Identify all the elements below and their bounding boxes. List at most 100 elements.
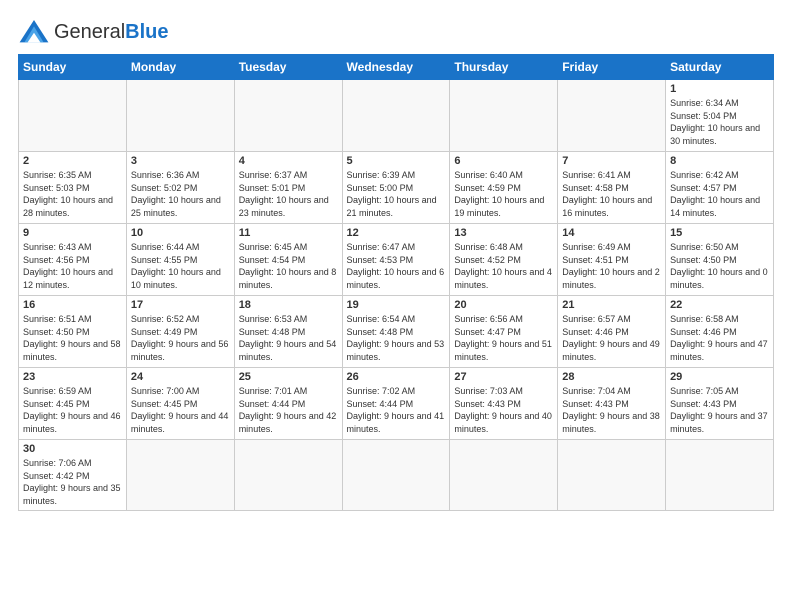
- day-info: Sunrise: 7:02 AM Sunset: 4:44 PM Dayligh…: [347, 385, 446, 435]
- day-info: Sunrise: 6:42 AM Sunset: 4:57 PM Dayligh…: [670, 169, 769, 219]
- day-info: Sunrise: 6:36 AM Sunset: 5:02 PM Dayligh…: [131, 169, 230, 219]
- header: GeneralBlue: [18, 18, 774, 46]
- day-info: Sunrise: 6:58 AM Sunset: 4:46 PM Dayligh…: [670, 313, 769, 363]
- header-saturday: Saturday: [666, 55, 774, 80]
- header-wednesday: Wednesday: [342, 55, 450, 80]
- day-info: Sunrise: 6:54 AM Sunset: 4:48 PM Dayligh…: [347, 313, 446, 363]
- calendar-cell: 21 Sunrise: 6:57 AM Sunset: 4:46 PM Dayli…: [558, 296, 666, 368]
- calendar-cell: 6 Sunrise: 6:40 AM Sunset: 4:59 PM Daylig…: [450, 152, 558, 224]
- calendar-cell: 26 Sunrise: 7:02 AM Sunset: 4:44 PM Dayli…: [342, 368, 450, 440]
- day-number: 4: [239, 155, 338, 167]
- day-number: 6: [454, 155, 553, 167]
- calendar-cell: 20 Sunrise: 6:56 AM Sunset: 4:47 PM Dayli…: [450, 296, 558, 368]
- calendar-cell: 30 Sunrise: 7:06 AM Sunset: 4:42 PM Dayli…: [19, 440, 127, 511]
- day-number: 23: [23, 371, 122, 383]
- calendar-cell: [450, 80, 558, 152]
- day-info: Sunrise: 7:03 AM Sunset: 4:43 PM Dayligh…: [454, 385, 553, 435]
- calendar-cell: 2Sunrise: 6:35 AM Sunset: 5:03 PM Daylig…: [19, 152, 127, 224]
- calendar-cell: [126, 80, 234, 152]
- calendar-cell: 17Sunrise: 6:52 AM Sunset: 4:49 PM Dayli…: [126, 296, 234, 368]
- calendar-cell: 14 Sunrise: 6:49 AM Sunset: 4:51 PM Dayli…: [558, 224, 666, 296]
- calendar-cell: [234, 80, 342, 152]
- calendar-cell: [19, 80, 127, 152]
- day-info: Sunrise: 6:56 AM Sunset: 4:47 PM Dayligh…: [454, 313, 553, 363]
- logo: GeneralBlue: [18, 18, 169, 46]
- calendar-cell: 13 Sunrise: 6:48 AM Sunset: 4:52 PM Dayli…: [450, 224, 558, 296]
- day-info: Sunrise: 6:57 AM Sunset: 4:46 PM Dayligh…: [562, 313, 661, 363]
- day-info: Sunrise: 7:06 AM Sunset: 4:42 PM Dayligh…: [23, 457, 122, 507]
- day-info: Sunrise: 6:52 AM Sunset: 4:49 PM Dayligh…: [131, 313, 230, 363]
- day-number: 29: [670, 371, 769, 383]
- day-info: Sunrise: 6:40 AM Sunset: 4:59 PM Dayligh…: [454, 169, 553, 219]
- header-monday: Monday: [126, 55, 234, 80]
- day-info: Sunrise: 6:44 AM Sunset: 4:55 PM Dayligh…: [131, 241, 230, 291]
- day-info: Sunrise: 6:49 AM Sunset: 4:51 PM Dayligh…: [562, 241, 661, 291]
- day-info: Sunrise: 6:41 AM Sunset: 4:58 PM Dayligh…: [562, 169, 661, 219]
- day-number: 11: [239, 227, 338, 239]
- calendar-cell: 25 Sunrise: 7:01 AM Sunset: 4:44 PM Dayli…: [234, 368, 342, 440]
- day-info: Sunrise: 6:47 AM Sunset: 4:53 PM Dayligh…: [347, 241, 446, 291]
- day-number: 7: [562, 155, 661, 167]
- day-number: 20: [454, 299, 553, 311]
- calendar: Sunday Monday Tuesday Wednesday Thursday…: [18, 54, 774, 511]
- calendar-cell: 24 Sunrise: 7:00 AM Sunset: 4:45 PM Dayli…: [126, 368, 234, 440]
- day-info: Sunrise: 6:50 AM Sunset: 4:50 PM Dayligh…: [670, 241, 769, 291]
- calendar-cell: [558, 80, 666, 152]
- calendar-cell: 3Sunrise: 6:36 AM Sunset: 5:02 PM Daylig…: [126, 152, 234, 224]
- day-number: 14: [562, 227, 661, 239]
- day-number: 12: [347, 227, 446, 239]
- day-number: 9: [23, 227, 122, 239]
- calendar-cell: [234, 440, 342, 511]
- logo-icon: [18, 18, 50, 46]
- calendar-cell: 19 Sunrise: 6:54 AM Sunset: 4:48 PM Dayli…: [342, 296, 450, 368]
- calendar-cell: 7 Sunrise: 6:41 AM Sunset: 4:58 PM Daylig…: [558, 152, 666, 224]
- calendar-cell: 5Sunrise: 6:39 AM Sunset: 5:00 PM Daylig…: [342, 152, 450, 224]
- logo-text: GeneralBlue: [54, 21, 169, 44]
- day-number: 15: [670, 227, 769, 239]
- day-info: Sunrise: 6:35 AM Sunset: 5:03 PM Dayligh…: [23, 169, 122, 219]
- calendar-cell: 28 Sunrise: 7:04 AM Sunset: 4:43 PM Dayli…: [558, 368, 666, 440]
- day-number: 8: [670, 155, 769, 167]
- calendar-cell: 18Sunrise: 6:53 AM Sunset: 4:48 PM Dayli…: [234, 296, 342, 368]
- calendar-cell: [558, 440, 666, 511]
- day-info: Sunrise: 6:53 AM Sunset: 4:48 PM Dayligh…: [239, 313, 338, 363]
- header-thursday: Thursday: [450, 55, 558, 80]
- calendar-cell: 11 Sunrise: 6:45 AM Sunset: 4:54 PM Dayli…: [234, 224, 342, 296]
- day-info: Sunrise: 7:00 AM Sunset: 4:45 PM Dayligh…: [131, 385, 230, 435]
- header-sunday: Sunday: [19, 55, 127, 80]
- calendar-cell: 22 Sunrise: 6:58 AM Sunset: 4:46 PM Dayli…: [666, 296, 774, 368]
- calendar-cell: 10Sunrise: 6:44 AM Sunset: 4:55 PM Dayli…: [126, 224, 234, 296]
- day-number: 30: [23, 443, 122, 455]
- calendar-cell: 23 Sunrise: 6:59 AM Sunset: 4:45 PM Dayli…: [19, 368, 127, 440]
- day-number: 21: [562, 299, 661, 311]
- day-info: Sunrise: 6:59 AM Sunset: 4:45 PM Dayligh…: [23, 385, 122, 435]
- calendar-cell: 27 Sunrise: 7:03 AM Sunset: 4:43 PM Dayli…: [450, 368, 558, 440]
- calendar-cell: 8 Sunrise: 6:42 AM Sunset: 4:57 PM Daylig…: [666, 152, 774, 224]
- day-info: Sunrise: 6:48 AM Sunset: 4:52 PM Dayligh…: [454, 241, 553, 291]
- day-number: 22: [670, 299, 769, 311]
- day-number: 25: [239, 371, 338, 383]
- calendar-cell: [342, 80, 450, 152]
- day-number: 24: [131, 371, 230, 383]
- calendar-cell: 29 Sunrise: 7:05 AM Sunset: 4:43 PM Dayli…: [666, 368, 774, 440]
- day-number: 13: [454, 227, 553, 239]
- day-info: Sunrise: 6:39 AM Sunset: 5:00 PM Dayligh…: [347, 169, 446, 219]
- day-info: Sunrise: 7:01 AM Sunset: 4:44 PM Dayligh…: [239, 385, 338, 435]
- day-number: 26: [347, 371, 446, 383]
- calendar-cell: 16Sunrise: 6:51 AM Sunset: 4:50 PM Dayli…: [19, 296, 127, 368]
- page: GeneralBlue Sunday Monday Tuesday Wednes…: [0, 0, 792, 521]
- calendar-cell: 9 Sunrise: 6:43 AM Sunset: 4:56 PM Daylig…: [19, 224, 127, 296]
- day-info: Sunrise: 6:45 AM Sunset: 4:54 PM Dayligh…: [239, 241, 338, 291]
- header-friday: Friday: [558, 55, 666, 80]
- day-number: 16: [23, 299, 122, 311]
- day-info: Sunrise: 7:05 AM Sunset: 4:43 PM Dayligh…: [670, 385, 769, 435]
- calendar-cell: [450, 440, 558, 511]
- calendar-cell: [342, 440, 450, 511]
- calendar-cell: 4Sunrise: 6:37 AM Sunset: 5:01 PM Daylig…: [234, 152, 342, 224]
- day-info: Sunrise: 6:43 AM Sunset: 4:56 PM Dayligh…: [23, 241, 122, 291]
- day-info: Sunrise: 7:04 AM Sunset: 4:43 PM Dayligh…: [562, 385, 661, 435]
- day-number: 27: [454, 371, 553, 383]
- day-number: 28: [562, 371, 661, 383]
- calendar-cell: [666, 440, 774, 511]
- day-number: 19: [347, 299, 446, 311]
